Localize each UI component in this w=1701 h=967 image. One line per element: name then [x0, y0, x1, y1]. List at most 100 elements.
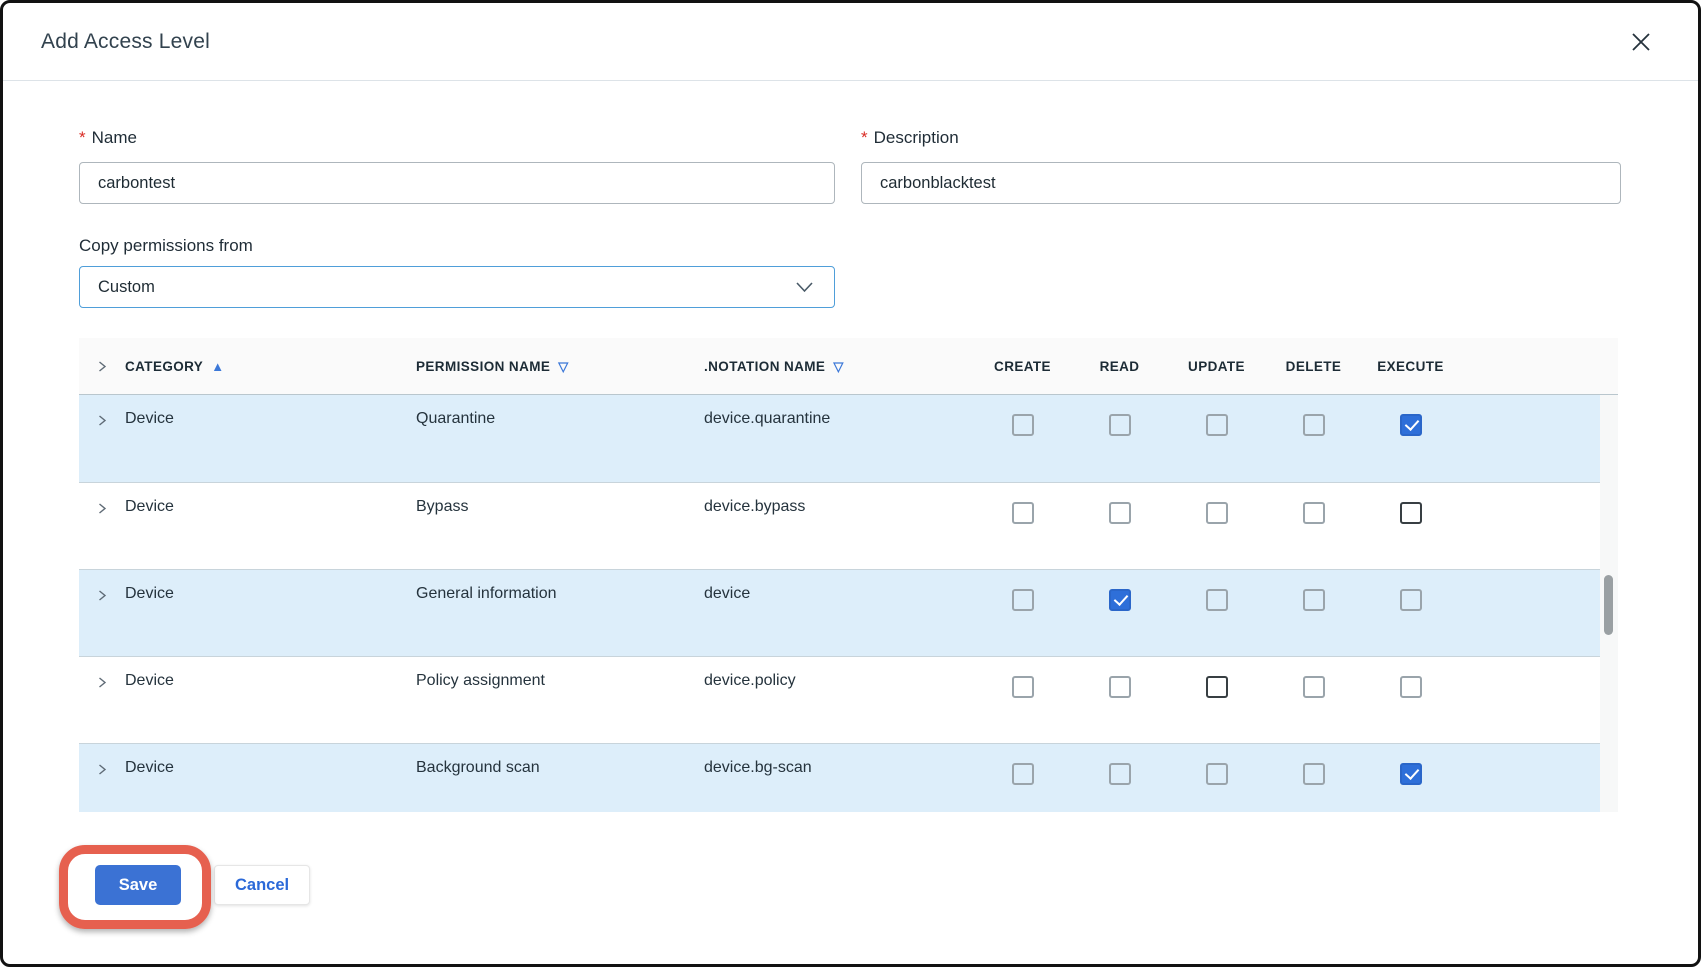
- row-filler: [1459, 395, 1600, 410]
- header-create: CREATE: [974, 359, 1071, 374]
- update-checkbox[interactable]: [1206, 676, 1228, 698]
- dialog-body: *Name *Description Copy permissions from…: [3, 81, 1698, 905]
- permission-cell: General information: [416, 570, 704, 603]
- chevron-right-icon: [95, 762, 109, 777]
- copy-permissions-select[interactable]: Custom: [79, 266, 835, 308]
- category-cell: Device: [125, 744, 416, 777]
- header-read: READ: [1071, 359, 1168, 374]
- table-row[interactable]: Device Policy assignment device.policy: [79, 656, 1600, 743]
- row-filler: [1459, 657, 1600, 672]
- create-checkbox[interactable]: [1012, 502, 1034, 524]
- header-notation-name[interactable]: .NOTATION NAME ▽: [704, 359, 974, 374]
- row-expander[interactable]: [79, 570, 125, 603]
- read-checkbox[interactable]: [1109, 502, 1131, 524]
- category-cell: Device: [125, 570, 416, 603]
- save-button[interactable]: Save: [95, 865, 181, 905]
- header-permission-name[interactable]: PERMISSION NAME ▽: [416, 359, 704, 374]
- scrollbar-thumb[interactable]: [1604, 575, 1613, 635]
- notation-cell: device: [704, 570, 974, 603]
- table-row[interactable]: Device Background scan device.bg-scan: [79, 743, 1600, 812]
- notation-cell: device.bypass: [704, 483, 974, 516]
- header-delete: DELETE: [1265, 359, 1362, 374]
- table-scrollbar-track[interactable]: [1600, 395, 1618, 812]
- close-button[interactable]: [1622, 23, 1660, 61]
- row-filler: [1459, 483, 1600, 498]
- execute-checkbox[interactable]: [1400, 589, 1422, 611]
- selected-option: Custom: [98, 278, 155, 297]
- table-row[interactable]: Device General information device: [79, 569, 1600, 656]
- notation-cell: device.bg-scan: [704, 744, 974, 777]
- notation-cell: device.policy: [704, 657, 974, 690]
- execute-checkbox[interactable]: [1400, 414, 1422, 436]
- create-checkbox[interactable]: [1012, 676, 1034, 698]
- chevron-right-icon: [95, 359, 109, 374]
- description-field-group: *Description: [861, 128, 1621, 204]
- update-checkbox[interactable]: [1206, 414, 1228, 436]
- read-checkbox[interactable]: [1109, 589, 1131, 611]
- delete-checkbox[interactable]: [1303, 763, 1325, 785]
- save-button-wrap: Save: [95, 865, 181, 905]
- cancel-button[interactable]: Cancel: [214, 865, 310, 905]
- read-checkbox[interactable]: [1109, 676, 1131, 698]
- read-checkbox[interactable]: [1109, 414, 1131, 436]
- create-checkbox[interactable]: [1012, 589, 1034, 611]
- category-cell: Device: [125, 395, 416, 428]
- sort-desc-icon[interactable]: ▽: [558, 360, 568, 373]
- row-expander[interactable]: [79, 483, 125, 516]
- expand-all-toggle[interactable]: [79, 359, 125, 374]
- dialog-footer: Save Cancel: [79, 865, 1621, 905]
- name-input[interactable]: [79, 162, 835, 204]
- add-access-level-dialog: Add Access Level *Name *Description: [0, 0, 1701, 967]
- update-checkbox[interactable]: [1206, 589, 1228, 611]
- description-label: *Description: [861, 128, 1621, 148]
- table-body-wrap: Device Quarantine device.quarantine Dev: [79, 395, 1618, 812]
- dialog-title: Add Access Level: [41, 30, 210, 54]
- row-expander[interactable]: [79, 744, 125, 777]
- delete-checkbox[interactable]: [1303, 502, 1325, 524]
- execute-checkbox[interactable]: [1400, 763, 1422, 785]
- form-row: *Name *Description: [79, 128, 1621, 204]
- chevron-right-icon: [95, 501, 109, 516]
- permissions-table: CATEGORY ▲ PERMISSION NAME ▽ .NOTATION N…: [79, 338, 1618, 812]
- create-checkbox[interactable]: [1012, 763, 1034, 785]
- header-execute: EXECUTE: [1362, 359, 1459, 374]
- chevron-right-icon: [95, 675, 109, 690]
- create-checkbox[interactable]: [1012, 414, 1034, 436]
- row-filler: [1459, 570, 1600, 585]
- table-row[interactable]: Device Bypass device.bypass: [79, 482, 1600, 569]
- permission-cell: Policy assignment: [416, 657, 704, 690]
- execute-checkbox[interactable]: [1400, 502, 1422, 524]
- header-category[interactable]: CATEGORY ▲: [125, 359, 416, 374]
- read-checkbox[interactable]: [1109, 763, 1131, 785]
- update-checkbox[interactable]: [1206, 763, 1228, 785]
- category-cell: Device: [125, 483, 416, 516]
- header-update: UPDATE: [1168, 359, 1265, 374]
- row-expander[interactable]: [79, 395, 125, 428]
- chevron-right-icon: [95, 588, 109, 603]
- chevron-down-icon: [795, 280, 814, 294]
- delete-checkbox[interactable]: [1303, 414, 1325, 436]
- description-input[interactable]: [861, 162, 1621, 204]
- close-icon: [1626, 27, 1656, 57]
- row-filler: [1459, 744, 1600, 759]
- copy-permissions-group: Copy permissions from Custom: [79, 236, 1621, 308]
- table-header-row: CATEGORY ▲ PERMISSION NAME ▽ .NOTATION N…: [79, 338, 1618, 395]
- required-asterisk: *: [861, 128, 868, 147]
- delete-checkbox[interactable]: [1303, 676, 1325, 698]
- name-field-group: *Name: [79, 128, 835, 204]
- sort-asc-icon[interactable]: ▲: [211, 360, 224, 373]
- execute-checkbox[interactable]: [1400, 676, 1422, 698]
- delete-checkbox[interactable]: [1303, 589, 1325, 611]
- permission-cell: Quarantine: [416, 395, 704, 428]
- table-row[interactable]: Device Quarantine device.quarantine: [79, 395, 1600, 482]
- name-label: *Name: [79, 128, 835, 148]
- copy-permissions-label: Copy permissions from: [79, 236, 1621, 256]
- sort-desc-icon[interactable]: ▽: [833, 360, 843, 373]
- update-checkbox[interactable]: [1206, 502, 1228, 524]
- permission-cell: Bypass: [416, 483, 704, 516]
- dialog-header: Add Access Level: [3, 3, 1698, 81]
- category-cell: Device: [125, 657, 416, 690]
- row-expander[interactable]: [79, 657, 125, 690]
- chevron-right-icon: [95, 413, 109, 428]
- table-body: Device Quarantine device.quarantine Dev: [79, 395, 1618, 812]
